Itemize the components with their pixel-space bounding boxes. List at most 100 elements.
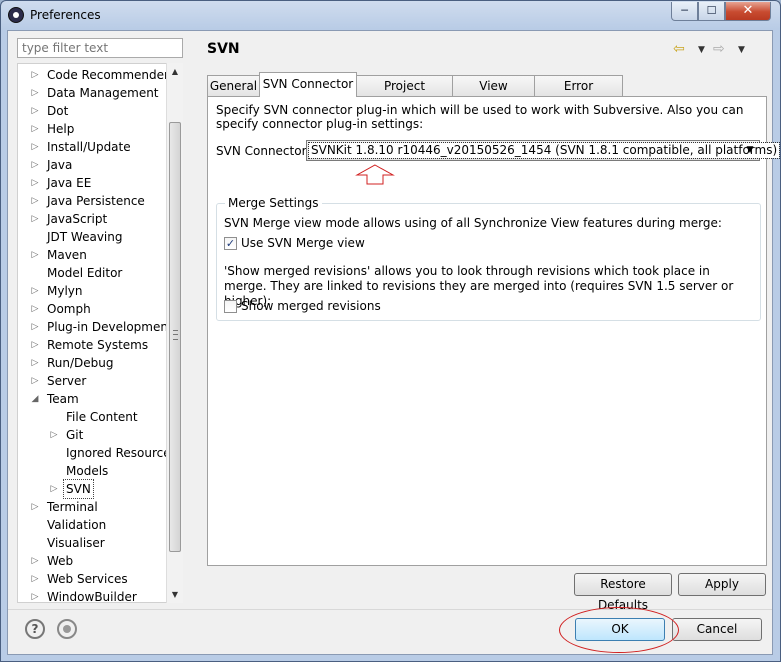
tree-item[interactable]: File Content: [18, 408, 168, 426]
tree-item-label: Mylyn: [47, 284, 83, 298]
close-button[interactable]: ✕: [725, 2, 771, 21]
use-merge-view-checkbox[interactable]: ✓: [224, 237, 237, 250]
tab-project-structure[interactable]: Project structure: [356, 75, 453, 113]
tree-item[interactable]: ▷ Maven: [18, 246, 168, 264]
expand-icon[interactable]: ▷: [30, 300, 40, 318]
back-arrow-icon[interactable]: ⇦: [673, 41, 685, 57]
tree-item[interactable]: ▷ Dot: [18, 102, 168, 120]
tree-item-label: Oomph: [47, 302, 91, 316]
use-merge-view-label[interactable]: Use SVN Merge view: [241, 236, 365, 250]
expand-icon[interactable]: ▷: [49, 426, 59, 444]
tree-item[interactable]: ▷ Install/Update: [18, 138, 168, 156]
tree-item[interactable]: ▷ Run/Debug: [18, 354, 168, 372]
show-merged-revisions-checkbox[interactable]: [224, 300, 237, 313]
tree-scrollbar[interactable]: ▲ ▼: [166, 63, 183, 603]
restore-defaults-button[interactable]: Restore Defaults: [574, 573, 672, 612]
show-merged-revisions-label[interactable]: Show merged revisions: [241, 299, 381, 313]
tree-item[interactable]: ▷ Plug-in Development: [18, 318, 173, 336]
tree-item[interactable]: ◢ Team: [18, 390, 168, 408]
tree-item[interactable]: Ignored Resources: [18, 444, 177, 462]
tree-item[interactable]: ▷ WindowBuilder: [18, 588, 168, 602]
collapse-icon[interactable]: ◢: [30, 390, 40, 408]
expand-icon[interactable]: ▷: [30, 372, 40, 390]
tree-item[interactable]: ▷ JavaScript: [18, 210, 168, 228]
tree-item[interactable]: ▷ Java Persistence: [18, 192, 168, 210]
scroll-thumb[interactable]: [169, 122, 181, 552]
tree-item[interactable]: ▷ Mylyn: [18, 282, 168, 300]
tree-item[interactable]: ▷ SVN: [18, 479, 168, 499]
expand-icon[interactable]: ▷: [30, 156, 40, 174]
expand-icon[interactable]: ▷: [30, 120, 40, 138]
expand-icon[interactable]: ▷: [49, 480, 59, 498]
tree-item-label: Web: [47, 554, 74, 568]
tree-item[interactable]: Visualiser: [18, 534, 168, 552]
record-icon[interactable]: [57, 619, 77, 639]
footer-divider: [8, 609, 772, 610]
apply-button[interactable]: Apply: [678, 573, 766, 596]
tree-item-label: Data Management: [47, 86, 159, 100]
tree-item-label: Code Recommenders: [47, 68, 176, 82]
expand-icon[interactable]: ▷: [30, 192, 40, 210]
expand-icon[interactable]: ▷: [30, 552, 40, 570]
expand-icon[interactable]: ▷: [30, 138, 40, 156]
scroll-down-arrow-icon[interactable]: ▼: [167, 586, 183, 603]
tab-error-reporting[interactable]: Error Reporting: [534, 75, 623, 113]
connector-description: Specify SVN connector plug-in which will…: [216, 103, 744, 131]
tab-view-settings[interactable]: View Settings: [452, 75, 535, 113]
expand-icon[interactable]: ▷: [30, 210, 40, 228]
maximize-button[interactable]: ☐: [698, 2, 725, 21]
cancel-button[interactable]: Cancel: [672, 618, 762, 641]
forward-dropdown-icon[interactable]: ▼: [738, 45, 745, 55]
forward-arrow-icon[interactable]: ⇨: [713, 41, 725, 57]
tree-item[interactable]: Model Editor: [18, 264, 168, 282]
expand-icon[interactable]: ▷: [30, 570, 40, 588]
tree-item-label: Run/Debug: [47, 356, 114, 370]
tree-item[interactable]: ▷ Web Services: [18, 570, 168, 588]
tree-item-label: Team: [47, 392, 79, 406]
window-title: Preferences: [30, 8, 101, 22]
tree-item[interactable]: ▷ Data Management: [18, 84, 168, 102]
tree-item[interactable]: ▷ Terminal: [18, 498, 168, 516]
tree-item[interactable]: ▷ Java: [18, 156, 168, 174]
tab-svn-connector[interactable]: SVN Connector: [259, 72, 357, 97]
scroll-up-arrow-icon[interactable]: ▲: [167, 63, 183, 80]
filter-input[interactable]: [17, 38, 183, 58]
chevron-down-icon[interactable]: ▼: [741, 141, 759, 160]
tree-item-label: Java: [47, 158, 73, 172]
tree-item[interactable]: Validation: [18, 516, 168, 534]
tree-item[interactable]: ▷ Server: [18, 372, 168, 390]
expand-icon[interactable]: ▷: [30, 66, 40, 84]
ok-button[interactable]: OK: [575, 618, 665, 641]
expand-icon[interactable]: ▷: [30, 84, 40, 102]
expand-icon[interactable]: ▷: [30, 246, 40, 264]
merge-view-text: SVN Merge view mode allows using of all …: [224, 216, 722, 230]
tree-item[interactable]: ▷ Git: [18, 426, 168, 444]
expand-icon[interactable]: ▷: [30, 354, 40, 372]
minimize-button[interactable]: ─: [671, 2, 698, 21]
tree-item[interactable]: ▷ Web: [18, 552, 168, 570]
tree-item[interactable]: Models: [18, 462, 168, 480]
expand-icon[interactable]: ▷: [30, 498, 40, 516]
connector-select[interactable]: SVNKit 1.8.10 r10446_v20150526_1454 (SVN…: [306, 140, 781, 161]
tree-item[interactable]: ▷ Java EE: [18, 174, 168, 192]
tree-item[interactable]: ▷ Help: [18, 120, 168, 138]
tree-item[interactable]: JDT Weaving: [18, 228, 168, 246]
expand-icon[interactable]: ▷: [30, 588, 40, 602]
annotation-arrow-icon: [355, 164, 395, 185]
tree-item[interactable]: ▷ Remote Systems: [18, 336, 168, 354]
expand-icon[interactable]: ▷: [30, 318, 40, 336]
tree-item[interactable]: ▷ Code Recommenders: [18, 66, 176, 84]
tree-item-label: JavaScript: [47, 212, 108, 226]
tree-item-label: Model Editor: [47, 266, 123, 280]
tree-item-label: Ignored Resources: [66, 446, 177, 460]
tree-item[interactable]: ▷ Oomph: [18, 300, 168, 318]
back-dropdown-icon[interactable]: ▼: [698, 45, 705, 55]
expand-icon[interactable]: ▷: [30, 336, 40, 354]
tab-general[interactable]: General: [207, 75, 260, 96]
expand-icon[interactable]: ▷: [30, 282, 40, 300]
help-icon[interactable]: ?: [25, 619, 45, 639]
expand-icon[interactable]: ▷: [30, 102, 40, 120]
expand-icon[interactable]: ▷: [30, 174, 40, 192]
tree-item-label: Web Services: [47, 572, 128, 586]
title-bar[interactable]: Preferences ─ ☐ ✕: [1, 1, 780, 31]
